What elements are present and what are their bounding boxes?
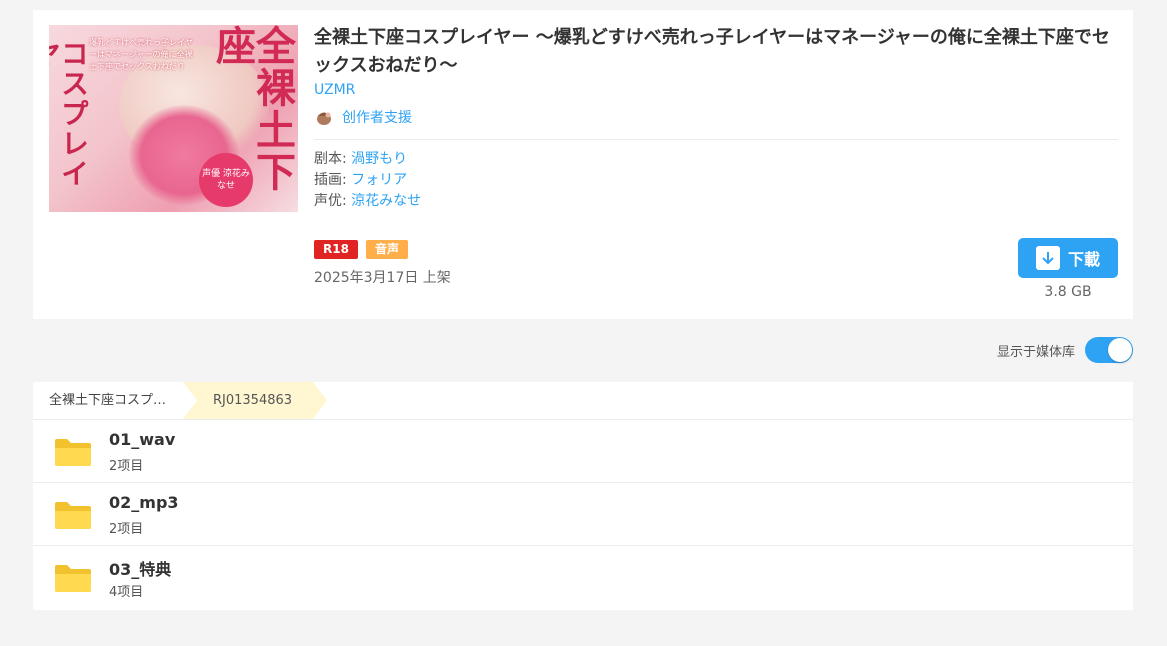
creator-support-link[interactable]: 创作者支援 [314, 106, 412, 128]
download-icon [1035, 246, 1060, 270]
folder-count: 2项目 [109, 459, 144, 474]
download-label: 下載 [1067, 250, 1100, 269]
acorn-icon [317, 112, 331, 125]
release-date: 2025年3月17日 上架 [314, 270, 451, 286]
download-button[interactable]: 下載 [1018, 238, 1118, 278]
credits: 剧本: 渦野もり 插画: フォリア 声优: 涼花みなせ [314, 149, 421, 212]
work-card: 爆乳どすけべ売れっ子レイヤーはマネージャーの俺に全裸土下座でセックスおねだり コ… [33, 10, 1133, 319]
library-toggle-label: 显示于媒体库 [996, 344, 1075, 360]
library-toggle-switch[interactable] [1085, 337, 1133, 363]
credit-scenario: 剧本: 渦野もり [314, 151, 408, 167]
support-label: 创作者支援 [342, 110, 412, 126]
breadcrumb: 全裸土下座コスプ… RJ01354863 [33, 382, 1133, 420]
folder-row[interactable]: 02_mp3 2项目 [33, 483, 1133, 546]
folder-name: 03_特典 [109, 560, 172, 579]
cover-title-left: コスプレイヤー [49, 39, 90, 189]
folder-row[interactable]: 01_wav 2项目 [33, 420, 1133, 483]
breadcrumb-root[interactable]: 全裸土下座コスプ… [33, 382, 182, 419]
tag-voice: 音声 [365, 240, 408, 259]
credit-link[interactable]: フォリア [351, 172, 407, 188]
credit-link[interactable]: 涼花みなせ [351, 193, 421, 209]
circle-link[interactable]: UZMR [314, 82, 355, 98]
divider [314, 139, 1118, 140]
cover-badge: 声優 涼花みなせ [199, 153, 253, 207]
credit-link[interactable]: 渦野もり [351, 151, 407, 167]
folder-count: 4项目 [109, 585, 144, 600]
cover-blurb: 爆乳どすけべ売れっ子レイヤーはマネージャーの俺に全裸土下座でセックスおねだり [89, 38, 193, 71]
tags: R18 音声 [314, 240, 408, 259]
credit-illustration: 插画: フォリア [314, 172, 408, 188]
tag-r18: R18 [314, 240, 358, 259]
file-size: 3.8 GB [1044, 284, 1092, 300]
file-browser: 全裸土下座コスプ… RJ01354863 01_wav 2项目 02_mp3 2… [33, 382, 1133, 610]
folder-count: 2项目 [109, 522, 144, 537]
folder-name: 01_wav [109, 430, 176, 449]
credit-voice: 声优: 涼花みなせ [314, 193, 422, 209]
breadcrumb-current: RJ01354863 [183, 382, 328, 419]
library-toggle-row: 显示于媒体库 [997, 337, 1133, 363]
folder-row[interactable]: 03_特典 4项目 [33, 546, 1133, 608]
work-title: 全裸土下座コスプレイヤー ～爆乳どすけべ売れっ子レイヤーはマネージャーの俺に全裸… [314, 27, 1110, 76]
toggle-knob [1108, 338, 1132, 362]
folder-icon [55, 502, 91, 529]
cover-image[interactable]: 爆乳どすけべ売れっ子レイヤーはマネージャーの俺に全裸土下座でセックスおねだり コ… [49, 25, 298, 212]
folder-icon [55, 565, 91, 592]
folder-icon [55, 439, 91, 466]
breadcrumb-current-label: RJ01354863 [213, 393, 293, 408]
folder-name: 02_mp3 [109, 493, 179, 512]
